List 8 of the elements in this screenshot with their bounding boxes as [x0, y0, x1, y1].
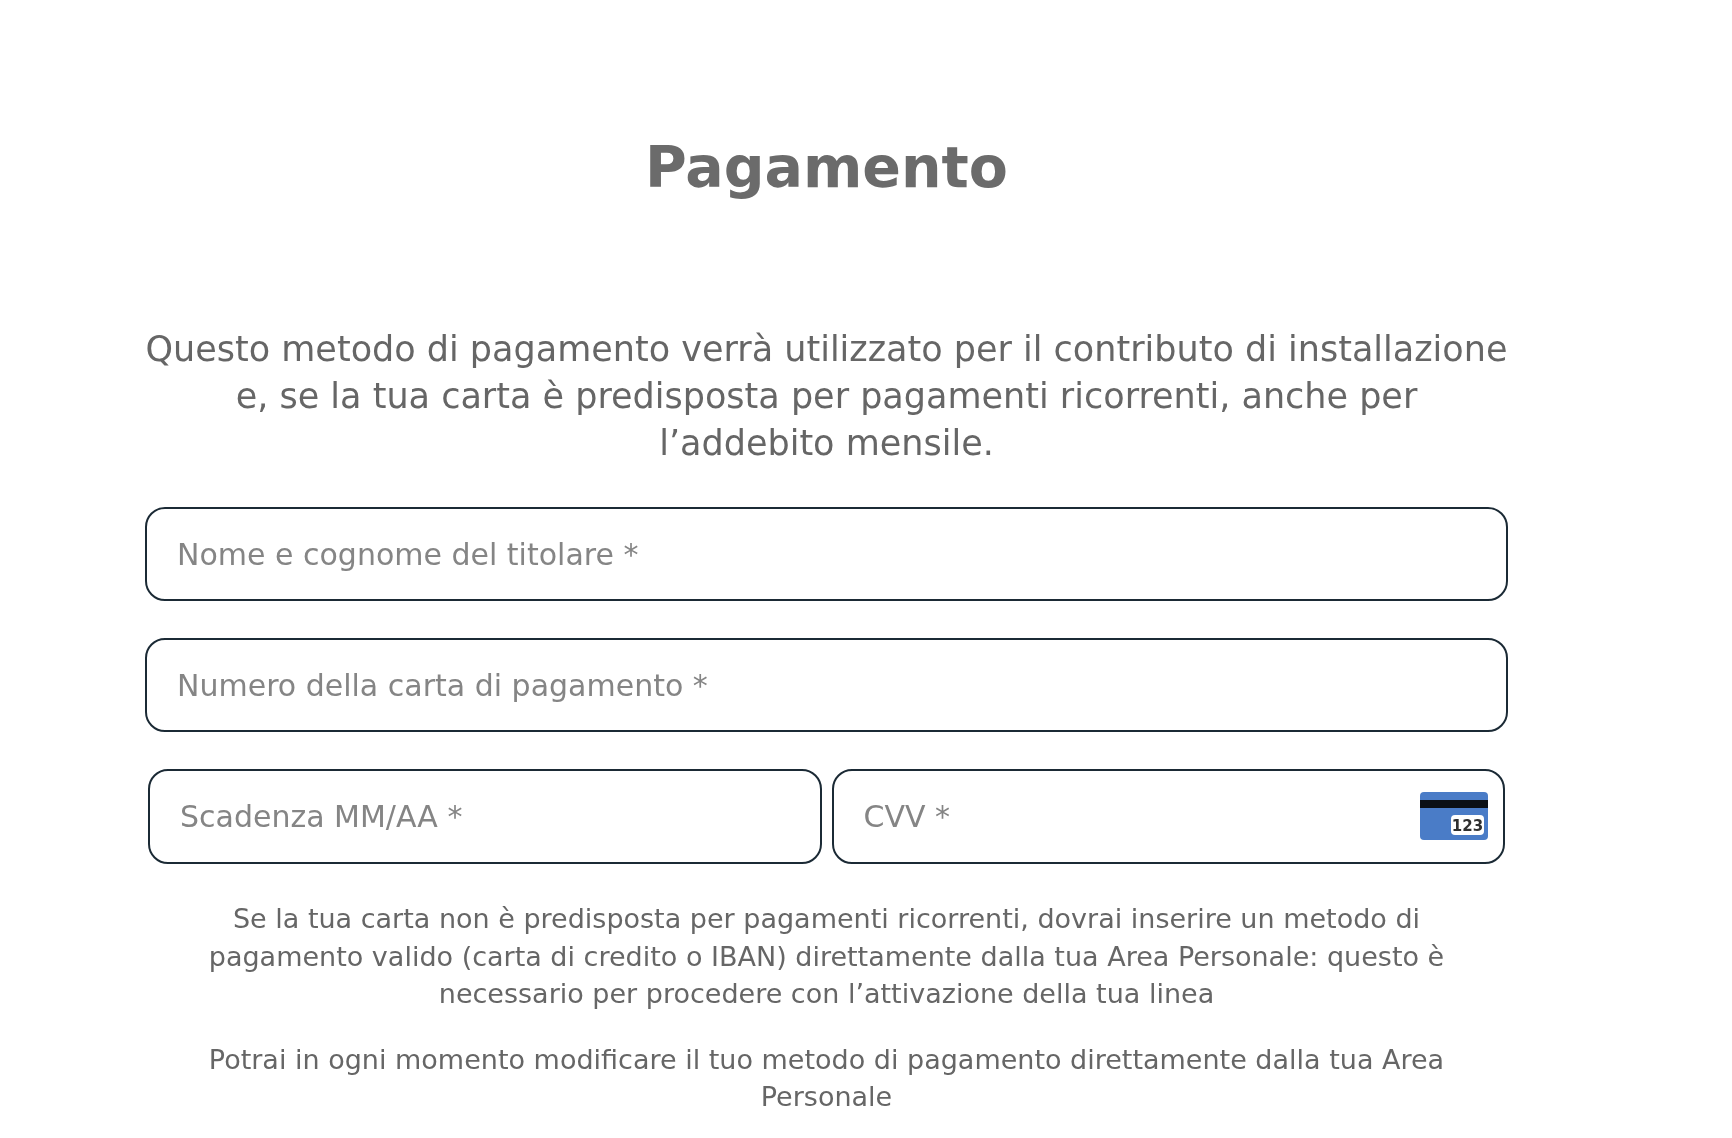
note-text: Potrai in ogni momento modificare il tuo metodo di pagamento direttamente dalla tua Area Personale [207, 1042, 1446, 1114]
note-text: Se la tua carta non è predisposta per pagamenti ricorrenti, dovrai inserire un metodo di pagamento valido (carta di credito o IBAN) direttamente dalla tua Area Personale: questo è necessario per procedere con l’attivazione della tua linea [207, 902, 1446, 1011]
input-field[interactable]: Numero della carta di pagamento * [145, 638, 1508, 732]
input-field[interactable]: Nome e cognome del titolare * [145, 507, 1508, 601]
intro-text: Questo metodo di pagamento verrà utilizzato per il contributo di installazione e, se la tua carta è predisposta per pagamenti ricorrenti, anche per l’addebito mensile. [145, 328, 1508, 465]
card-icon: 123 [1420, 792, 1488, 840]
page-title: Pagamento [645, 133, 1008, 201]
input-field[interactable]: Scadenza MM/AA * [148, 769, 822, 864]
